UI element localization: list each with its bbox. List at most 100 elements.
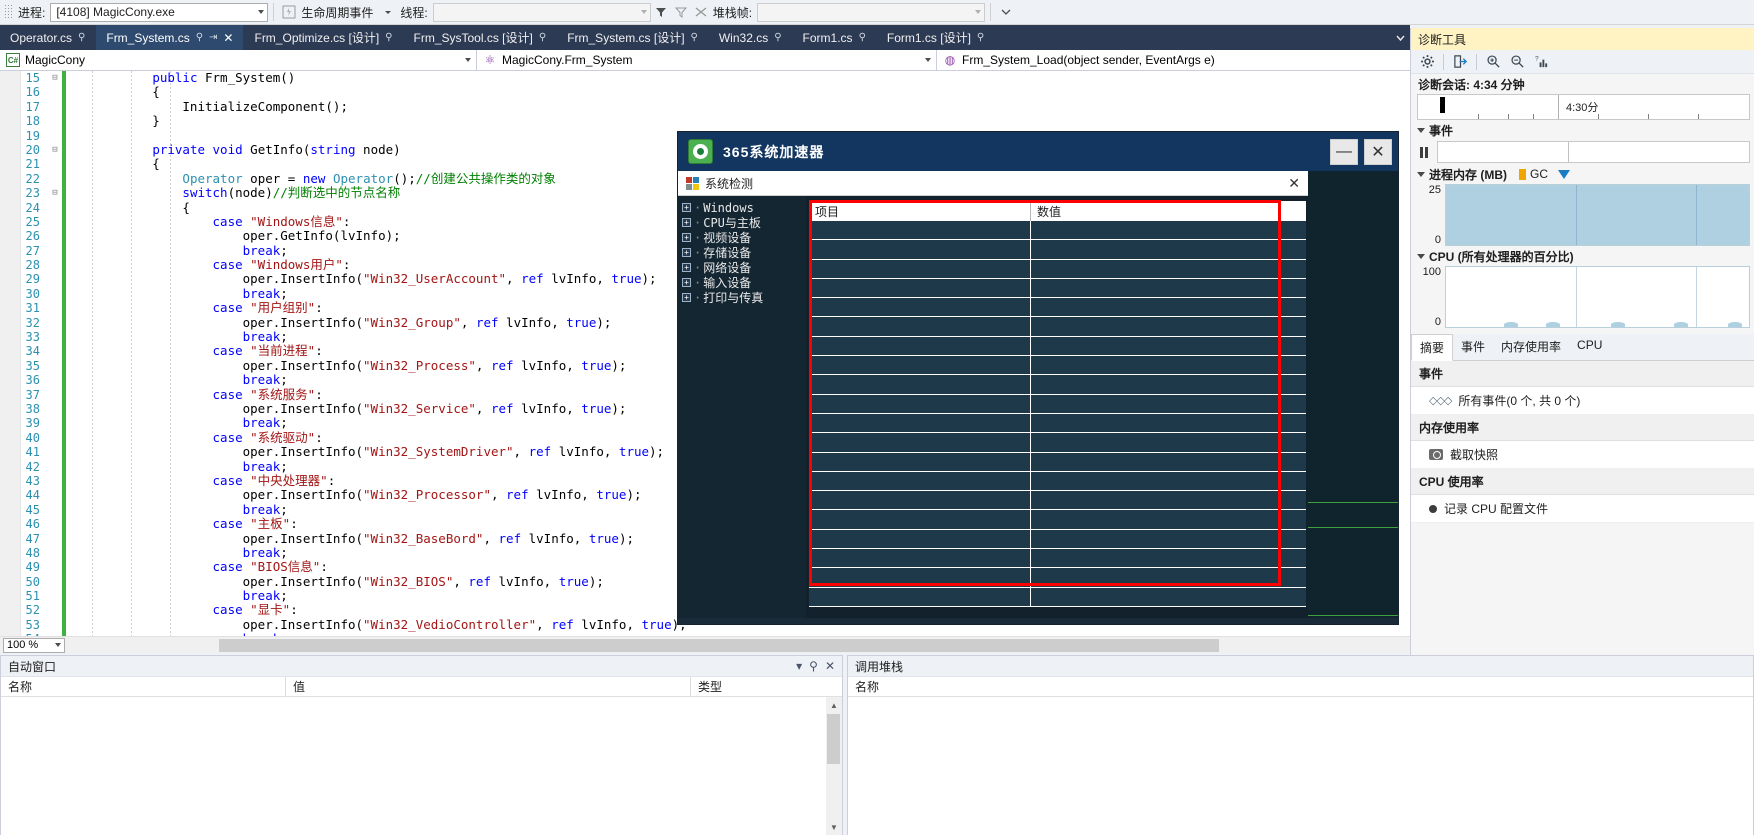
lifecycle-events-label[interactable]: 生命周期事件 — [299, 4, 378, 21]
member-selector[interactable]: ◍ Frm_System_Load(object sender, EventAr… — [937, 50, 1410, 71]
pin-icon[interactable]: ⚲ — [859, 32, 866, 43]
tab-cpu[interactable]: CPU — [1569, 334, 1610, 360]
table-row[interactable] — [809, 278, 1306, 299]
expand-plus-icon[interactable]: + — [682, 263, 691, 272]
diagnostic-timeline[interactable]: 4:30分 — [1417, 94, 1750, 120]
tab-form1-cs[interactable]: Form1.cs ⚲ — [793, 25, 877, 50]
tree-item[interactable]: + · 输入设备 — [682, 276, 806, 290]
thread-selector[interactable] — [432, 2, 651, 22]
table-row[interactable] — [809, 336, 1306, 357]
table-row[interactable] — [809, 298, 1306, 318]
table-row[interactable] — [809, 259, 1306, 279]
pin-icon[interactable]: ⚲ — [539, 32, 546, 43]
editor-horizontal-scrollbar[interactable] — [69, 637, 1410, 653]
lifecycle-dropdown-icon[interactable] — [380, 4, 396, 20]
table-row[interactable] — [809, 394, 1306, 414]
table-row[interactable] — [809, 240, 1306, 260]
tab-frm-optimize-cs-design[interactable]: Frm_Optimize.cs [设计] ⚲ — [244, 25, 404, 50]
scroll-down-arrow-icon[interactable]: ▼ — [826, 819, 842, 835]
tab-frm-systool-cs-design[interactable]: Frm_SysTool.cs [设计] ⚲ — [404, 25, 558, 50]
tab-form1-cs-design[interactable]: Form1.cs [设计] ⚲ — [877, 25, 996, 50]
zoom-out-icon[interactable] — [1506, 52, 1528, 72]
call-stack-panel[interactable]: 调用堆栈 名称 — [847, 655, 1754, 835]
info-grid[interactable]: 项目 数值 — [809, 196, 1308, 618]
summary-item[interactable]: 记录 CPU 配置文件 — [1411, 495, 1754, 523]
zoom-level-selector[interactable]: 100 % — [3, 637, 65, 653]
zoom-in-icon[interactable] — [1482, 52, 1504, 72]
pin-icon[interactable]: ⚲ — [78, 32, 85, 43]
autos-vertical-scrollbar[interactable]: ▲ ▼ — [826, 697, 842, 835]
column-header-value[interactable]: 数值 — [1031, 201, 1306, 221]
expand-plus-icon[interactable]: + — [682, 218, 691, 227]
summary-item[interactable]: ◇◇◇ 所有事件(0 个, 共 0 个) — [1411, 387, 1754, 415]
tree-item[interactable]: + · 存储设备 — [682, 246, 806, 260]
class-selector[interactable]: ⚛ MagicCony.Frm_System — [477, 49, 937, 71]
system-detection-dialog[interactable]: 系统检测 ✕ + · Windows + · CPU与主板 + · 视频设备 + · 存储设备 + · 网络… — [678, 171, 1308, 618]
device-category-tree[interactable]: + · Windows + · CPU与主板 + · 视频设备 + · 存储设备 + · 网络设备 + · 输入设… — [678, 196, 806, 618]
table-row[interactable] — [809, 433, 1306, 453]
fold-toggle-icon[interactable]: ⊟ — [48, 71, 62, 85]
close-button[interactable]: ✕ — [1364, 138, 1392, 165]
tab-frm-system-cs[interactable]: Frm_System.cs ⚲ ⇥ ✕ — [96, 25, 245, 50]
table-row[interactable] — [809, 375, 1306, 395]
expand-plus-icon[interactable]: + — [682, 203, 691, 212]
project-selector[interactable]: C# MagicCony — [0, 49, 477, 71]
tab-memory-usage[interactable]: 内存使用率 — [1493, 334, 1569, 360]
pin-icon[interactable]: ⚲ — [774, 32, 781, 43]
table-row[interactable] — [809, 510, 1306, 530]
chevron-down-icon[interactable]: ▾ — [796, 659, 802, 673]
lifecycle-events-icon[interactable] — [281, 4, 297, 20]
pin-icon[interactable]: ⚲ — [196, 32, 203, 43]
close-icon[interactable]: ✕ — [223, 31, 233, 45]
process-memory-section-header[interactable]: 进程内存 (MB) GC — [1411, 164, 1754, 184]
column-header-item[interactable]: 项目 — [809, 201, 1031, 221]
autos-panel[interactable]: 自动窗口 ▾ ⚲ ✕ 名称 值 类型 ▲ ▼ — [0, 655, 843, 835]
table-row[interactable] — [809, 356, 1306, 376]
tree-item[interactable]: + · CPU与主板 — [682, 216, 806, 230]
table-row[interactable] — [809, 549, 1306, 569]
tab-summary[interactable]: 摘要 — [1411, 334, 1454, 361]
fold-toggle-icon[interactable]: ⊟ — [48, 143, 62, 157]
export-icon[interactable] — [1449, 52, 1471, 72]
app-window-365-accelerator[interactable]: 365系统加速器 — ✕ 系统检测 ✕ + · Windows + · CPU与主板 + · 视… — [678, 132, 1398, 624]
filter-clear-icon[interactable] — [673, 4, 689, 20]
stack-frame-selector[interactable] — [757, 2, 986, 22]
scrollbar-thumb[interactable] — [219, 638, 1219, 652]
info-grid-rows[interactable] — [809, 221, 1306, 618]
cpu-section-header[interactable]: CPU (所有处理器的百分比) — [1411, 246, 1754, 266]
expand-plus-icon[interactable]: + — [682, 233, 691, 242]
table-row[interactable] — [809, 491, 1306, 511]
call-stack-panel-body[interactable] — [848, 697, 1753, 835]
pause-icon[interactable] — [1417, 145, 1431, 159]
table-row[interactable] — [809, 221, 1306, 241]
tab-win32-cs[interactable]: Win32.cs ⚲ — [709, 25, 793, 50]
events-track[interactable] — [1437, 141, 1750, 163]
expand-plus-icon[interactable]: + — [682, 278, 691, 287]
table-row[interactable] — [809, 452, 1306, 472]
toolbar-overflow-icon[interactable] — [998, 4, 1014, 20]
filter-icon[interactable] — [653, 4, 669, 20]
tree-item[interactable]: + · 网络设备 — [682, 261, 806, 275]
pin-icon[interactable]: ⚲ — [691, 32, 698, 43]
events-section-header[interactable]: 事件 — [1411, 120, 1754, 140]
close-icon[interactable]: ✕ — [1288, 175, 1300, 192]
flag-toggle-icon[interactable] — [693, 4, 709, 20]
column-header-name[interactable]: 名称 — [848, 677, 1753, 696]
reset-view-icon[interactable]: ? — [1530, 52, 1552, 72]
table-row[interactable] — [809, 529, 1306, 550]
table-row[interactable] — [809, 413, 1306, 434]
autos-panel-body[interactable]: ▲ ▼ — [1, 697, 842, 835]
tab-overflow-chevron-down-icon[interactable] — [1390, 25, 1410, 50]
tree-item[interactable]: + · 打印与传真 — [682, 291, 806, 305]
unpin-icon[interactable]: ⇥ — [209, 32, 217, 43]
app-window-titlebar[interactable]: 365系统加速器 — ✕ — [678, 132, 1398, 171]
scroll-up-arrow-icon[interactable]: ▲ — [826, 697, 842, 713]
table-row[interactable] — [809, 587, 1306, 607]
fold-toggle-icon[interactable]: ⊟ — [48, 186, 62, 200]
column-header-value[interactable]: 值 — [286, 677, 691, 696]
expand-plus-icon[interactable]: + — [682, 248, 691, 257]
expand-plus-icon[interactable]: + — [682, 293, 691, 302]
minimize-button[interactable]: — — [1330, 138, 1358, 165]
tree-item[interactable]: + · Windows — [682, 201, 806, 215]
summary-item[interactable]: 截取快照 — [1411, 441, 1754, 469]
